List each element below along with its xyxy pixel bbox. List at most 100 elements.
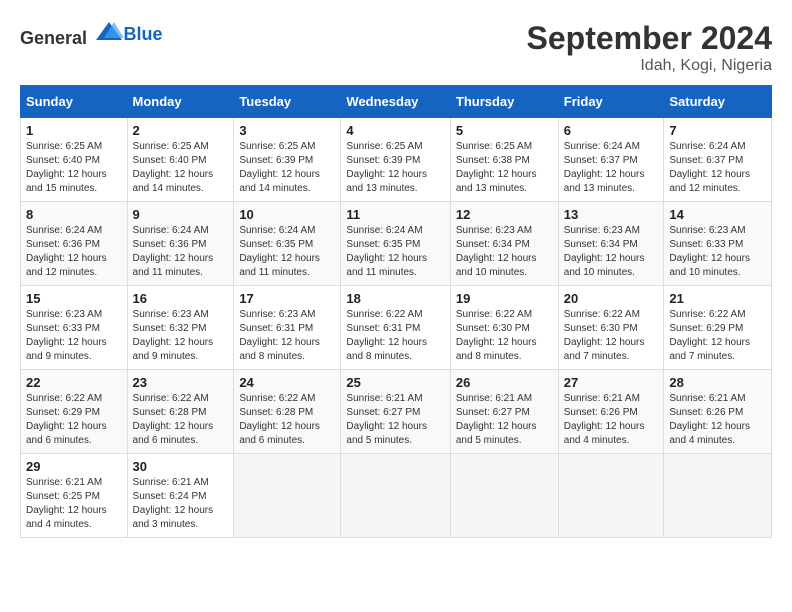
day-number: 25 bbox=[346, 375, 444, 390]
header: General Blue September 2024 Idah, Kogi, … bbox=[20, 20, 772, 75]
day-number: 5 bbox=[456, 123, 553, 138]
day-info: Sunrise: 6:24 AMSunset: 6:36 PMDaylight:… bbox=[26, 225, 107, 278]
title-area: September 2024 Idah, Kogi, Nigeria bbox=[527, 20, 772, 75]
calendar-day-cell: 13 Sunrise: 6:23 AMSunset: 6:34 PMDaylig… bbox=[558, 202, 664, 286]
calendar-week-row: 15 Sunrise: 6:23 AMSunset: 6:33 PMDaylig… bbox=[21, 286, 772, 370]
calendar-day-cell: 7 Sunrise: 6:24 AMSunset: 6:37 PMDayligh… bbox=[664, 118, 772, 202]
day-info: Sunrise: 6:21 AMSunset: 6:25 PMDaylight:… bbox=[26, 477, 107, 530]
calendar-day-cell: 23 Sunrise: 6:22 AMSunset: 6:28 PMDaylig… bbox=[127, 370, 234, 454]
calendar-day-cell: 18 Sunrise: 6:22 AMSunset: 6:31 PMDaylig… bbox=[341, 286, 450, 370]
day-info: Sunrise: 6:25 AMSunset: 6:39 PMDaylight:… bbox=[239, 141, 320, 194]
weekday-header-cell: Sunday bbox=[21, 86, 128, 118]
day-info: Sunrise: 6:23 AMSunset: 6:34 PMDaylight:… bbox=[564, 225, 645, 278]
day-number: 10 bbox=[239, 207, 335, 222]
calendar-day-cell bbox=[450, 454, 558, 538]
day-number: 7 bbox=[669, 123, 766, 138]
day-number: 30 bbox=[133, 459, 229, 474]
day-info: Sunrise: 6:23 AMSunset: 6:34 PMDaylight:… bbox=[456, 225, 537, 278]
day-info: Sunrise: 6:21 AMSunset: 6:26 PMDaylight:… bbox=[564, 393, 645, 446]
day-number: 17 bbox=[239, 291, 335, 306]
calendar-day-cell: 24 Sunrise: 6:22 AMSunset: 6:28 PMDaylig… bbox=[234, 370, 341, 454]
calendar-day-cell: 12 Sunrise: 6:23 AMSunset: 6:34 PMDaylig… bbox=[450, 202, 558, 286]
day-info: Sunrise: 6:24 AMSunset: 6:37 PMDaylight:… bbox=[564, 141, 645, 194]
day-info: Sunrise: 6:23 AMSunset: 6:33 PMDaylight:… bbox=[669, 225, 750, 278]
weekday-header-cell: Friday bbox=[558, 86, 664, 118]
calendar-week-row: 1 Sunrise: 6:25 AMSunset: 6:40 PMDayligh… bbox=[21, 118, 772, 202]
day-info: Sunrise: 6:25 AMSunset: 6:40 PMDaylight:… bbox=[26, 141, 107, 194]
calendar-day-cell: 16 Sunrise: 6:23 AMSunset: 6:32 PMDaylig… bbox=[127, 286, 234, 370]
day-number: 1 bbox=[26, 123, 122, 138]
day-number: 19 bbox=[456, 291, 553, 306]
day-info: Sunrise: 6:22 AMSunset: 6:31 PMDaylight:… bbox=[346, 309, 427, 362]
calendar-week-row: 22 Sunrise: 6:22 AMSunset: 6:29 PMDaylig… bbox=[21, 370, 772, 454]
day-number: 12 bbox=[456, 207, 553, 222]
day-number: 20 bbox=[564, 291, 659, 306]
calendar-day-cell: 2 Sunrise: 6:25 AMSunset: 6:40 PMDayligh… bbox=[127, 118, 234, 202]
calendar-day-cell: 30 Sunrise: 6:21 AMSunset: 6:24 PMDaylig… bbox=[127, 454, 234, 538]
logo-blue: Blue bbox=[124, 24, 163, 44]
calendar-week-row: 8 Sunrise: 6:24 AMSunset: 6:36 PMDayligh… bbox=[21, 202, 772, 286]
day-info: Sunrise: 6:21 AMSunset: 6:27 PMDaylight:… bbox=[346, 393, 427, 446]
weekday-header-cell: Thursday bbox=[450, 86, 558, 118]
day-number: 3 bbox=[239, 123, 335, 138]
day-number: 11 bbox=[346, 207, 444, 222]
day-info: Sunrise: 6:24 AMSunset: 6:37 PMDaylight:… bbox=[669, 141, 750, 194]
calendar-day-cell: 9 Sunrise: 6:24 AMSunset: 6:36 PMDayligh… bbox=[127, 202, 234, 286]
calendar-day-cell: 8 Sunrise: 6:24 AMSunset: 6:36 PMDayligh… bbox=[21, 202, 128, 286]
day-info: Sunrise: 6:23 AMSunset: 6:33 PMDaylight:… bbox=[26, 309, 107, 362]
month-title: September 2024 bbox=[527, 20, 772, 57]
weekday-header-row: SundayMondayTuesdayWednesdayThursdayFrid… bbox=[21, 86, 772, 118]
calendar-day-cell: 28 Sunrise: 6:21 AMSunset: 6:26 PMDaylig… bbox=[664, 370, 772, 454]
calendar-day-cell bbox=[341, 454, 450, 538]
day-info: Sunrise: 6:22 AMSunset: 6:30 PMDaylight:… bbox=[564, 309, 645, 362]
day-info: Sunrise: 6:22 AMSunset: 6:29 PMDaylight:… bbox=[669, 309, 750, 362]
day-info: Sunrise: 6:23 AMSunset: 6:32 PMDaylight:… bbox=[133, 309, 214, 362]
day-number: 23 bbox=[133, 375, 229, 390]
calendar-day-cell: 27 Sunrise: 6:21 AMSunset: 6:26 PMDaylig… bbox=[558, 370, 664, 454]
day-number: 16 bbox=[133, 291, 229, 306]
day-number: 22 bbox=[26, 375, 122, 390]
calendar-body: 1 Sunrise: 6:25 AMSunset: 6:40 PMDayligh… bbox=[21, 118, 772, 538]
calendar-day-cell: 11 Sunrise: 6:24 AMSunset: 6:35 PMDaylig… bbox=[341, 202, 450, 286]
day-info: Sunrise: 6:21 AMSunset: 6:27 PMDaylight:… bbox=[456, 393, 537, 446]
day-info: Sunrise: 6:22 AMSunset: 6:28 PMDaylight:… bbox=[133, 393, 214, 446]
day-info: Sunrise: 6:22 AMSunset: 6:30 PMDaylight:… bbox=[456, 309, 537, 362]
calendar-week-row: 29 Sunrise: 6:21 AMSunset: 6:25 PMDaylig… bbox=[21, 454, 772, 538]
calendar-day-cell: 10 Sunrise: 6:24 AMSunset: 6:35 PMDaylig… bbox=[234, 202, 341, 286]
calendar-day-cell bbox=[234, 454, 341, 538]
day-number: 6 bbox=[564, 123, 659, 138]
calendar-day-cell: 20 Sunrise: 6:22 AMSunset: 6:30 PMDaylig… bbox=[558, 286, 664, 370]
day-number: 28 bbox=[669, 375, 766, 390]
day-number: 27 bbox=[564, 375, 659, 390]
weekday-header-cell: Wednesday bbox=[341, 86, 450, 118]
weekday-header-cell: Monday bbox=[127, 86, 234, 118]
day-number: 9 bbox=[133, 207, 229, 222]
day-info: Sunrise: 6:23 AMSunset: 6:31 PMDaylight:… bbox=[239, 309, 320, 362]
calendar-day-cell: 17 Sunrise: 6:23 AMSunset: 6:31 PMDaylig… bbox=[234, 286, 341, 370]
calendar-day-cell: 29 Sunrise: 6:21 AMSunset: 6:25 PMDaylig… bbox=[21, 454, 128, 538]
calendar-day-cell: 26 Sunrise: 6:21 AMSunset: 6:27 PMDaylig… bbox=[450, 370, 558, 454]
day-number: 18 bbox=[346, 291, 444, 306]
location-title: Idah, Kogi, Nigeria bbox=[527, 57, 772, 75]
weekday-header-cell: Saturday bbox=[664, 86, 772, 118]
calendar-table: SundayMondayTuesdayWednesdayThursdayFrid… bbox=[20, 85, 772, 538]
calendar-day-cell: 6 Sunrise: 6:24 AMSunset: 6:37 PMDayligh… bbox=[558, 118, 664, 202]
day-info: Sunrise: 6:25 AMSunset: 6:40 PMDaylight:… bbox=[133, 141, 214, 194]
calendar-day-cell: 14 Sunrise: 6:23 AMSunset: 6:33 PMDaylig… bbox=[664, 202, 772, 286]
day-info: Sunrise: 6:24 AMSunset: 6:35 PMDaylight:… bbox=[239, 225, 320, 278]
calendar-day-cell: 19 Sunrise: 6:22 AMSunset: 6:30 PMDaylig… bbox=[450, 286, 558, 370]
calendar-day-cell: 5 Sunrise: 6:25 AMSunset: 6:38 PMDayligh… bbox=[450, 118, 558, 202]
day-info: Sunrise: 6:25 AMSunset: 6:39 PMDaylight:… bbox=[346, 141, 427, 194]
day-number: 4 bbox=[346, 123, 444, 138]
day-number: 14 bbox=[669, 207, 766, 222]
logo-icon bbox=[94, 20, 124, 44]
calendar-day-cell: 15 Sunrise: 6:23 AMSunset: 6:33 PMDaylig… bbox=[21, 286, 128, 370]
calendar-day-cell: 3 Sunrise: 6:25 AMSunset: 6:39 PMDayligh… bbox=[234, 118, 341, 202]
day-info: Sunrise: 6:25 AMSunset: 6:38 PMDaylight:… bbox=[456, 141, 537, 194]
day-info: Sunrise: 6:24 AMSunset: 6:36 PMDaylight:… bbox=[133, 225, 214, 278]
day-number: 8 bbox=[26, 207, 122, 222]
day-number: 21 bbox=[669, 291, 766, 306]
day-info: Sunrise: 6:22 AMSunset: 6:29 PMDaylight:… bbox=[26, 393, 107, 446]
calendar-day-cell: 21 Sunrise: 6:22 AMSunset: 6:29 PMDaylig… bbox=[664, 286, 772, 370]
calendar-day-cell bbox=[558, 454, 664, 538]
